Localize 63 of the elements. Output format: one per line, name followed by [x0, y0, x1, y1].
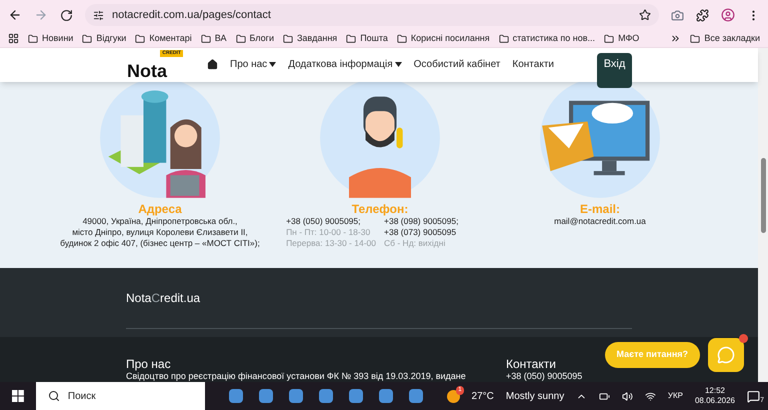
contact-line: Перерва: 13-30 - 14-00: [286, 238, 376, 249]
footer-heading: Про нас: [126, 357, 172, 371]
profile-icon[interactable]: [721, 8, 735, 22]
footer-brand: NotaCredit.ua: [126, 290, 200, 305]
bookmark-item[interactable]: Корисні посилання: [410, 32, 490, 46]
all-bookmarks-item[interactable]: Все закладки: [704, 32, 760, 46]
reload-icon[interactable]: [60, 8, 73, 22]
site-info-icon[interactable]: [93, 10, 104, 20]
caret-icon: [394, 62, 402, 68]
nav-link[interactable]: Додаткова інформація: [288, 57, 402, 72]
bookmark-item[interactable]: Новини: [42, 32, 74, 46]
bookmark-item[interactable]: ВА: [214, 32, 226, 46]
notifications-icon[interactable]: [747, 390, 760, 402]
contact-line: +38 (073) 9005095: [384, 226, 458, 238]
clock-date[interactable]: 08.06.2026: [694, 396, 735, 406]
contact-line: Сб - Нд: вихідні: [384, 238, 446, 249]
search-icon: [48, 390, 60, 402]
contact-line: Пн - Пт: 10-00 - 18-30: [286, 226, 372, 238]
contact-line: місто Дніпро, вулиця Королеви Єлизавети II,: [72, 226, 248, 238]
footer-phone: +38 (050) 9005095: [506, 371, 582, 382]
bookmark-star-icon[interactable]: [639, 9, 651, 21]
contact-line: +38 (050) 9005095;: [286, 216, 362, 227]
apps-icon[interactable]: [8, 33, 19, 44]
address-bar[interactable]: notacredit.com.ua/pages/contact: [85, 4, 659, 26]
weather-text[interactable]: Mostly sunny: [506, 388, 564, 404]
footer-text: Свідоцтво про реєстрацію фінансової установи ФК № 393 від 19.03.2019, видане: [126, 371, 467, 382]
home-icon[interactable]: [207, 59, 218, 70]
bookmark-item[interactable]: Відгуки: [96, 32, 126, 46]
login-button[interactable]: Вхід: [597, 53, 632, 88]
bookmark-item[interactable]: Коментарі: [149, 32, 192, 46]
windows-logo-icon[interactable]: [12, 390, 24, 402]
contact-title: Телефон:: [352, 202, 408, 216]
battery-icon[interactable]: [599, 390, 610, 402]
bookmark-item[interactable]: статистика по нов...: [512, 32, 596, 46]
search-placeholder: Поиск: [68, 390, 96, 404]
contact-line: 49000, Україна, Дніпропетровська обл.,: [82, 216, 238, 227]
nav-link[interactable]: Особистий кабінет: [414, 57, 500, 72]
temperature-text[interactable]: 27°C: [472, 388, 494, 404]
taskbar-search-field[interactable]: Поиск: [36, 382, 205, 410]
bookmark-item[interactable]: Пошта: [360, 32, 388, 46]
contact-line: будинок 2 офіс 407, (бізнес центр – «МОСТ CITI»);: [60, 238, 260, 249]
caret-icon: [269, 62, 276, 68]
more-bookmarks-icon[interactable]: [670, 33, 682, 44]
url-text: notacredit.com.ua/pages/contact: [112, 8, 272, 23]
bookmark-item[interactable]: Завдання: [296, 32, 338, 46]
wifi-icon[interactable]: [644, 390, 656, 402]
chat-bubble-icon: [717, 346, 735, 364]
nav-link[interactable]: Контакти: [512, 57, 554, 72]
clock-time[interactable]: 12:52: [704, 386, 725, 396]
bookmark-item[interactable]: Блоги: [250, 32, 274, 46]
logo-text: Nota: [127, 62, 167, 80]
bookmark-item[interactable]: МФО: [618, 32, 640, 46]
volume-icon[interactable]: [622, 390, 633, 402]
contact-line: +38 (098) 9005095;: [384, 216, 460, 227]
camera-icon[interactable]: [671, 8, 684, 22]
contact-line: mail@notacredit.com.ua: [554, 216, 646, 227]
footer-heading: Контакти: [506, 357, 557, 371]
extensions-icon[interactable]: [696, 8, 709, 22]
contact-title: E-mail:: [580, 202, 620, 216]
back-icon[interactable]: [8, 8, 22, 22]
contact-title: Адреса: [138, 202, 182, 216]
language-indicator[interactable]: УКР: [668, 390, 683, 402]
nav-link[interactable]: Про нас: [230, 57, 276, 72]
